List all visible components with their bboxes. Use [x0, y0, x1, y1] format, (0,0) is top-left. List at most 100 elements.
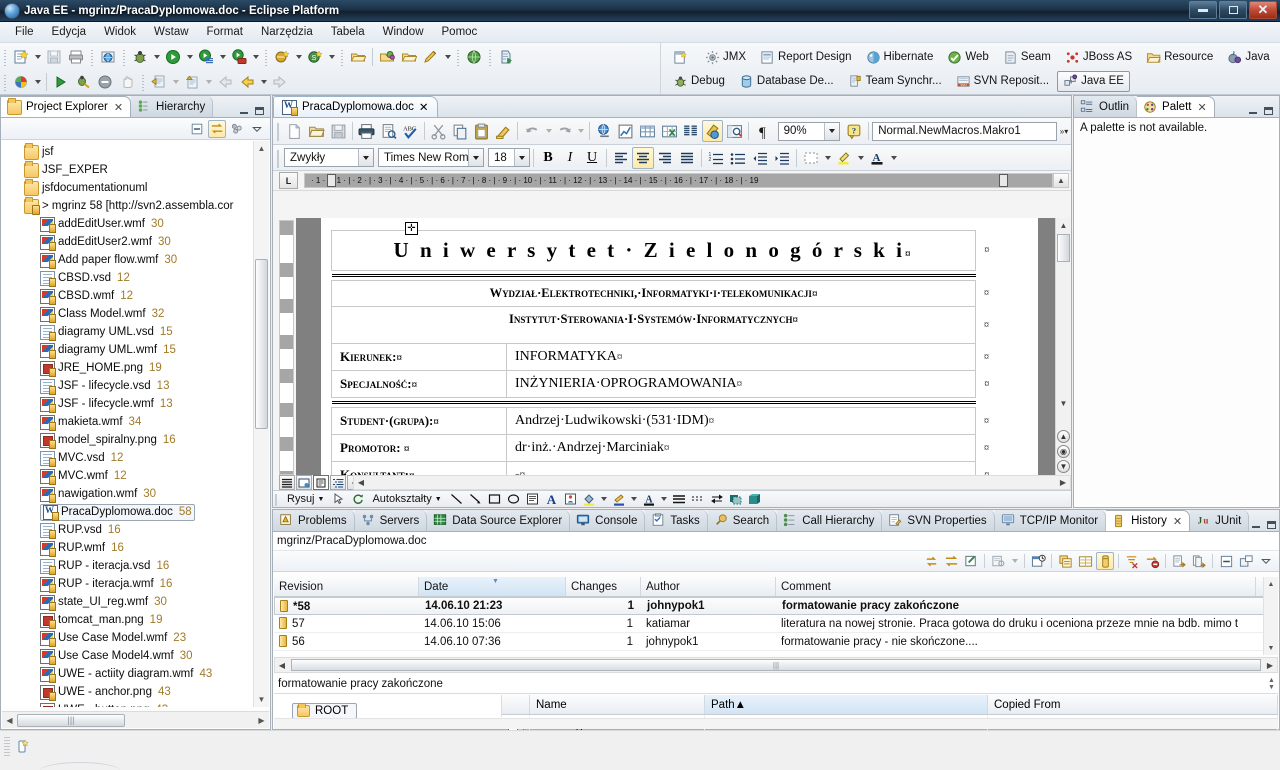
free-rotate-icon[interactable]: [348, 491, 367, 507]
menu-edycja[interactable]: Edycja: [43, 24, 96, 40]
document-hscrollbar[interactable]: ◀ ▶: [353, 475, 1071, 490]
perspective-web[interactable]: Web: [941, 47, 994, 68]
chevron-down-icon[interactable]: [468, 149, 483, 166]
table-row[interactable]: 57 14.06.10 15:06 1 katiamar literatura na n…: [274, 615, 1278, 633]
close-icon[interactable]: ✕: [114, 101, 123, 114]
stop-icon[interactable]: [1143, 552, 1161, 570]
run-external-tools-icon[interactable]: [195, 46, 217, 68]
close-icon[interactable]: ✕: [1173, 515, 1182, 528]
hand-cursor-icon[interactable]: [116, 71, 138, 93]
open-type-icon[interactable]: [347, 46, 369, 68]
print-preview-icon[interactable]: [378, 120, 400, 142]
perspective-java[interactable]: Java: [1221, 47, 1275, 68]
pencil-edit-icon[interactable]: [420, 46, 442, 68]
maximize-button[interactable]: [1219, 1, 1247, 19]
column-header[interactable]: Name: [530, 695, 705, 714]
color-wheel-icon[interactable]: [10, 71, 32, 93]
debug-config-icon[interactable]: [72, 71, 94, 93]
collapse-all-icon[interactable]: [188, 120, 206, 138]
column-header[interactable]: Copied From: [988, 695, 1278, 714]
tab-hierarchy[interactable]: Hierarchy: [131, 96, 214, 117]
underline-button[interactable]: U: [581, 147, 603, 169]
printer-icon[interactable]: [356, 120, 378, 142]
maximize-view-button[interactable]: [253, 104, 266, 117]
tab-data-source-explorer[interactable]: Data Source Explorer: [427, 510, 571, 531]
toolbar-grip-r2[interactable]: [2, 72, 8, 91]
all-pages-icon[interactable]: [1190, 552, 1208, 570]
tree-item[interactable]: JSF - lifecycle.wmf 13: [2, 395, 269, 413]
align-justify-button[interactable]: [676, 147, 698, 169]
forward-back-icon[interactable]: [236, 71, 258, 93]
borders-dropdown-icon[interactable]: [822, 147, 833, 169]
tab-svn-properties[interactable]: SVN Properties: [882, 510, 995, 531]
new-seam-icon[interactable]: S: [304, 46, 326, 68]
font-size-combo[interactable]: 18: [488, 148, 530, 167]
formatting-toolbar-grip[interactable]: [276, 147, 281, 168]
debug-dropdown-icon[interactable]: [151, 46, 162, 68]
back-nav-icon[interactable]: [214, 71, 236, 93]
document-vscrollbar[interactable]: ▲ ▼ ▲ ◉ ▼: [1055, 218, 1071, 475]
fill-color-dropdown-icon[interactable]: [599, 491, 610, 507]
scroll-up-icon[interactable]: ▲: [254, 141, 269, 156]
line-style-icon[interactable]: [670, 491, 689, 507]
perspective-jmx[interactable]: JMX: [699, 47, 752, 68]
new-wizard-icon[interactable]: [10, 46, 32, 68]
column-header[interactable]: Revision: [274, 577, 419, 596]
perspective-resource[interactable]: Resource: [1140, 47, 1219, 68]
tree-item[interactable]: Add paper flow.wmf 30: [2, 251, 269, 269]
redo-dropdown-icon[interactable]: [576, 120, 587, 142]
minimize-view-button[interactable]: [237, 104, 250, 117]
tab-console[interactable]: Console: [570, 510, 646, 531]
highlight-dropdown-icon[interactable]: [855, 147, 866, 169]
toolbar-grip-2[interactable]: [89, 48, 95, 67]
align-left-button[interactable]: [610, 147, 632, 169]
perspective-debug[interactable]: Debug: [667, 71, 731, 92]
font-color-button[interactable]: A: [866, 147, 888, 169]
document-canvas[interactable]: ✛ U n i w e r s y t e t · Z i e l o n o …: [296, 218, 1071, 475]
tree-item[interactable]: CBSD.wmf 12: [2, 287, 269, 305]
document-map-icon[interactable]: [723, 120, 745, 142]
indent-marker-right[interactable]: [999, 174, 1008, 187]
tree-item[interactable]: Use Case Model4.wmf 30: [2, 647, 269, 665]
tree-item[interactable]: makieta.wmf 34: [2, 413, 269, 431]
toolbar-grip-r2-2[interactable]: [140, 72, 146, 91]
tree-item[interactable]: RUP - iteracja.vsd 16: [2, 557, 269, 575]
status-grip[interactable]: [4, 737, 10, 757]
paragraph-style-combo[interactable]: Zwykły: [284, 148, 374, 167]
tree-item[interactable]: MVC.vsd 12: [2, 449, 269, 467]
tree-item[interactable]: MVC.wmf 12: [2, 467, 269, 485]
chevron-down-icon[interactable]: [514, 149, 529, 166]
run-icon[interactable]: [162, 46, 184, 68]
tree-item[interactable]: model_spiralny.png 16: [2, 431, 269, 449]
pencil-dropdown-icon[interactable]: [442, 46, 453, 68]
pilcrow-icon[interactable]: ¶: [752, 120, 774, 142]
commit-dropdown-icon[interactable]: [170, 71, 181, 93]
commit-comment-box[interactable]: formatowanie pracy zakończone ▲ ▼: [274, 674, 1278, 694]
run-server-dropdown-icon[interactable]: [250, 46, 261, 68]
open-folder-icon[interactable]: [398, 46, 420, 68]
pin-icon[interactable]: [962, 552, 980, 570]
toolbar-grip-3[interactable]: [121, 48, 127, 67]
maximize-view-button[interactable]: [1262, 104, 1275, 117]
tab-project-explorer[interactable]: Project Explorer ✕: [1, 96, 132, 117]
menu-pomoc[interactable]: Pomoc: [433, 24, 487, 40]
link-editor-icon[interactable]: [942, 552, 960, 570]
table-row[interactable]: *58 14.06.10 21:23 1 johnypok1 formatowanie …: [274, 597, 1278, 615]
toolbar-grip-4[interactable]: [263, 48, 269, 67]
menu-wstaw[interactable]: Wstaw: [145, 24, 198, 40]
decrease-indent-button[interactable]: [749, 147, 771, 169]
scroll-up-icon[interactable]: ▲: [1264, 577, 1278, 591]
comment-scrollbar[interactable]: ▲ ▼: [1265, 677, 1278, 691]
hscroll-thumb[interactable]: |||: [291, 659, 1261, 671]
indent-marker-left[interactable]: [327, 174, 336, 187]
hscroll-thumb[interactable]: |||: [17, 713, 125, 727]
format-painter-icon[interactable]: [493, 120, 515, 142]
vertical-ruler[interactable]: [279, 220, 294, 475]
menu-narzedzia[interactable]: Narzędzia: [252, 24, 322, 40]
toolbar-grip[interactable]: [2, 48, 8, 67]
perspective-seam[interactable]: Seam: [997, 47, 1057, 68]
debug-bug-icon[interactable]: [129, 46, 151, 68]
world-icon[interactable]: [463, 46, 485, 68]
next-page-icon[interactable]: ▼: [1057, 460, 1070, 473]
tree-item[interactable]: RUP.vsd 16: [2, 521, 269, 539]
